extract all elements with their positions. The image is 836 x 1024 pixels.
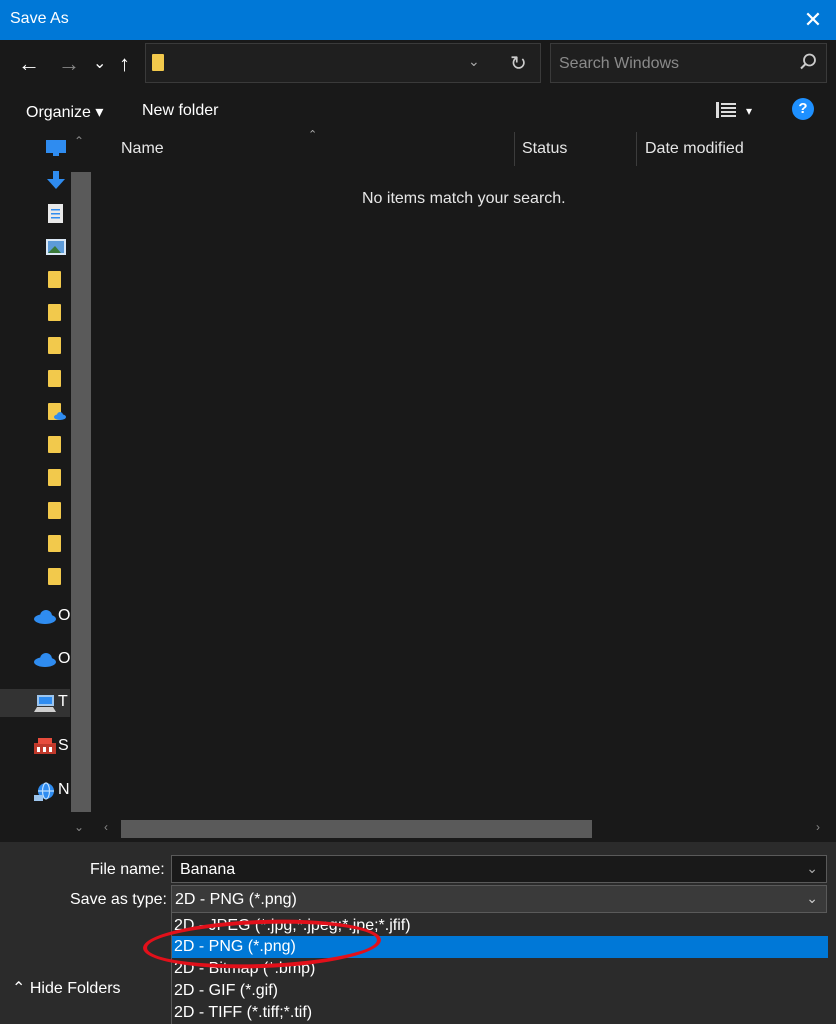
nav-item-folder[interactable]	[0, 464, 70, 492]
type-option[interactable]: 2D - TIFF (*.tiff;*.tif)	[172, 1002, 828, 1024]
command-bar: Organize ▾ New folder ▾ ?	[0, 88, 836, 132]
folder-icon	[48, 502, 61, 519]
search-input[interactable]	[557, 53, 791, 75]
scrollbar-thumb[interactable]	[121, 820, 592, 838]
refresh-button[interactable]: ↻	[510, 51, 527, 76]
nav-item-folder[interactable]	[0, 530, 70, 558]
chevron-down-icon[interactable]: ⌄	[806, 860, 818, 877]
scroll-left-icon[interactable]: ‹	[104, 820, 108, 834]
column-divider[interactable]	[636, 132, 637, 166]
type-option[interactable]: 2D - JPEG (*.jpg;*.jpeg;*.jpe;*.jfif)	[172, 915, 828, 937]
nav-item-folder[interactable]	[0, 563, 70, 591]
recent-locations-button[interactable]: ⌄	[93, 52, 106, 76]
chevron-down-icon[interactable]: ⌄	[468, 53, 480, 70]
folder-icon	[152, 54, 164, 71]
nav-item-drive[interactable]: S	[0, 733, 70, 761]
nav-item-pictures[interactable]	[0, 233, 70, 261]
desktop-icon	[46, 140, 66, 156]
onedrive-icon	[34, 653, 56, 667]
back-button[interactable]: ←	[18, 52, 40, 76]
nav-item-label: N	[58, 781, 70, 798]
close-button[interactable]: ✕	[790, 0, 836, 40]
search-icon[interactable]	[798, 52, 818, 72]
folder-icon	[48, 436, 61, 453]
folder-icon	[48, 370, 61, 387]
scroll-down-icon[interactable]: ⌄	[74, 820, 84, 834]
nav-item-folder[interactable]	[0, 497, 70, 525]
type-option[interactable]: 2D - GIF (*.gif)	[172, 980, 828, 1002]
scroll-right-icon[interactable]: ›	[816, 820, 820, 834]
folder-icon	[48, 337, 61, 354]
file-name-label: File name:	[90, 861, 165, 878]
column-header-date-modified[interactable]: Date modified	[645, 140, 744, 158]
save-as-type-select[interactable]: 2D - PNG (*.png) ⌄	[171, 885, 827, 913]
column-header-name[interactable]: Name	[121, 140, 164, 158]
nav-item-downloads[interactable]	[0, 167, 70, 195]
cloud-icon	[54, 412, 66, 420]
empty-message: No items match your search.	[362, 190, 566, 207]
file-name-field[interactable]: ⌄	[171, 855, 827, 883]
folder-icon	[48, 568, 61, 585]
save-as-type-label: Save as type:	[70, 891, 167, 908]
scrollbar-thumb[interactable]	[71, 172, 91, 812]
forward-button[interactable]: →	[58, 52, 80, 76]
nav-item-folder[interactable]	[0, 365, 70, 393]
downloads-icon	[47, 171, 65, 189]
type-option-selected[interactable]: 2D - PNG (*.png)	[172, 936, 828, 958]
file-list[interactable]	[96, 132, 836, 842]
window-title: Save As	[10, 10, 69, 27]
scroll-up-icon[interactable]: ⌃	[74, 134, 84, 148]
nav-item-network[interactable]: N	[0, 777, 70, 805]
up-button[interactable]: ↑	[119, 52, 130, 76]
navigation-scrollbar[interactable]: ⌃ ⌄	[70, 132, 92, 840]
title-bar: Save As ✕	[0, 0, 836, 40]
nav-item-label: O	[58, 650, 71, 667]
this-pc-icon	[34, 695, 56, 712]
column-header-status[interactable]: Status	[522, 140, 567, 158]
new-folder-button[interactable]: New folder	[142, 102, 218, 120]
view-options-dropdown[interactable]: ▾	[746, 104, 752, 118]
nav-item-desktop[interactable]	[0, 134, 70, 162]
nav-item-folder[interactable]	[0, 299, 70, 327]
nav-item-documents[interactable]	[0, 200, 70, 228]
nav-item-this-pc[interactable]: T	[0, 689, 70, 717]
hide-folders-button[interactable]: ⌃ Hide Folders	[12, 978, 121, 998]
file-name-input[interactable]	[178, 860, 802, 880]
folder-icon	[48, 304, 61, 321]
organize-button[interactable]: Organize ▾	[26, 102, 103, 122]
nav-item-onedrive[interactable]: O	[0, 646, 70, 674]
view-details-icon[interactable]	[716, 102, 738, 118]
type-dropdown-list: 2D - JPEG (*.jpg;*.jpeg;*.jpe;*.jfif) 2D…	[171, 913, 828, 1024]
nav-item-label: S	[58, 737, 69, 754]
nav-item-label: O	[58, 607, 71, 624]
column-divider[interactable]	[514, 132, 515, 166]
folder-icon	[48, 535, 61, 552]
chevron-down-icon[interactable]: ⌄	[806, 890, 818, 907]
network-icon	[34, 782, 54, 801]
horizontal-scrollbar[interactable]: ‹ ›	[96, 818, 836, 840]
onedrive-icon	[34, 610, 56, 624]
documents-icon	[48, 204, 63, 223]
nav-item-cloud-folder[interactable]	[0, 398, 70, 426]
help-button[interactable]: ?	[792, 98, 814, 120]
selected-type: 2D - PNG (*.png)	[175, 891, 297, 908]
address-bar[interactable]: ⌄ ↻	[145, 43, 541, 83]
nav-item-folder[interactable]	[0, 332, 70, 360]
nav-item-label: T	[58, 693, 68, 710]
folder-icon	[48, 469, 61, 486]
search-box[interactable]	[550, 43, 827, 83]
drive-icon	[34, 738, 56, 754]
nav-item-folder[interactable]	[0, 266, 70, 294]
sort-ascending-icon: ⌃	[308, 129, 318, 141]
pictures-icon	[46, 239, 66, 255]
nav-item-onedrive[interactable]: O	[0, 603, 70, 631]
folder-icon	[48, 271, 61, 288]
nav-item-folder[interactable]	[0, 431, 70, 459]
type-option[interactable]: 2D - Bitmap (*.bmp)	[172, 958, 828, 980]
